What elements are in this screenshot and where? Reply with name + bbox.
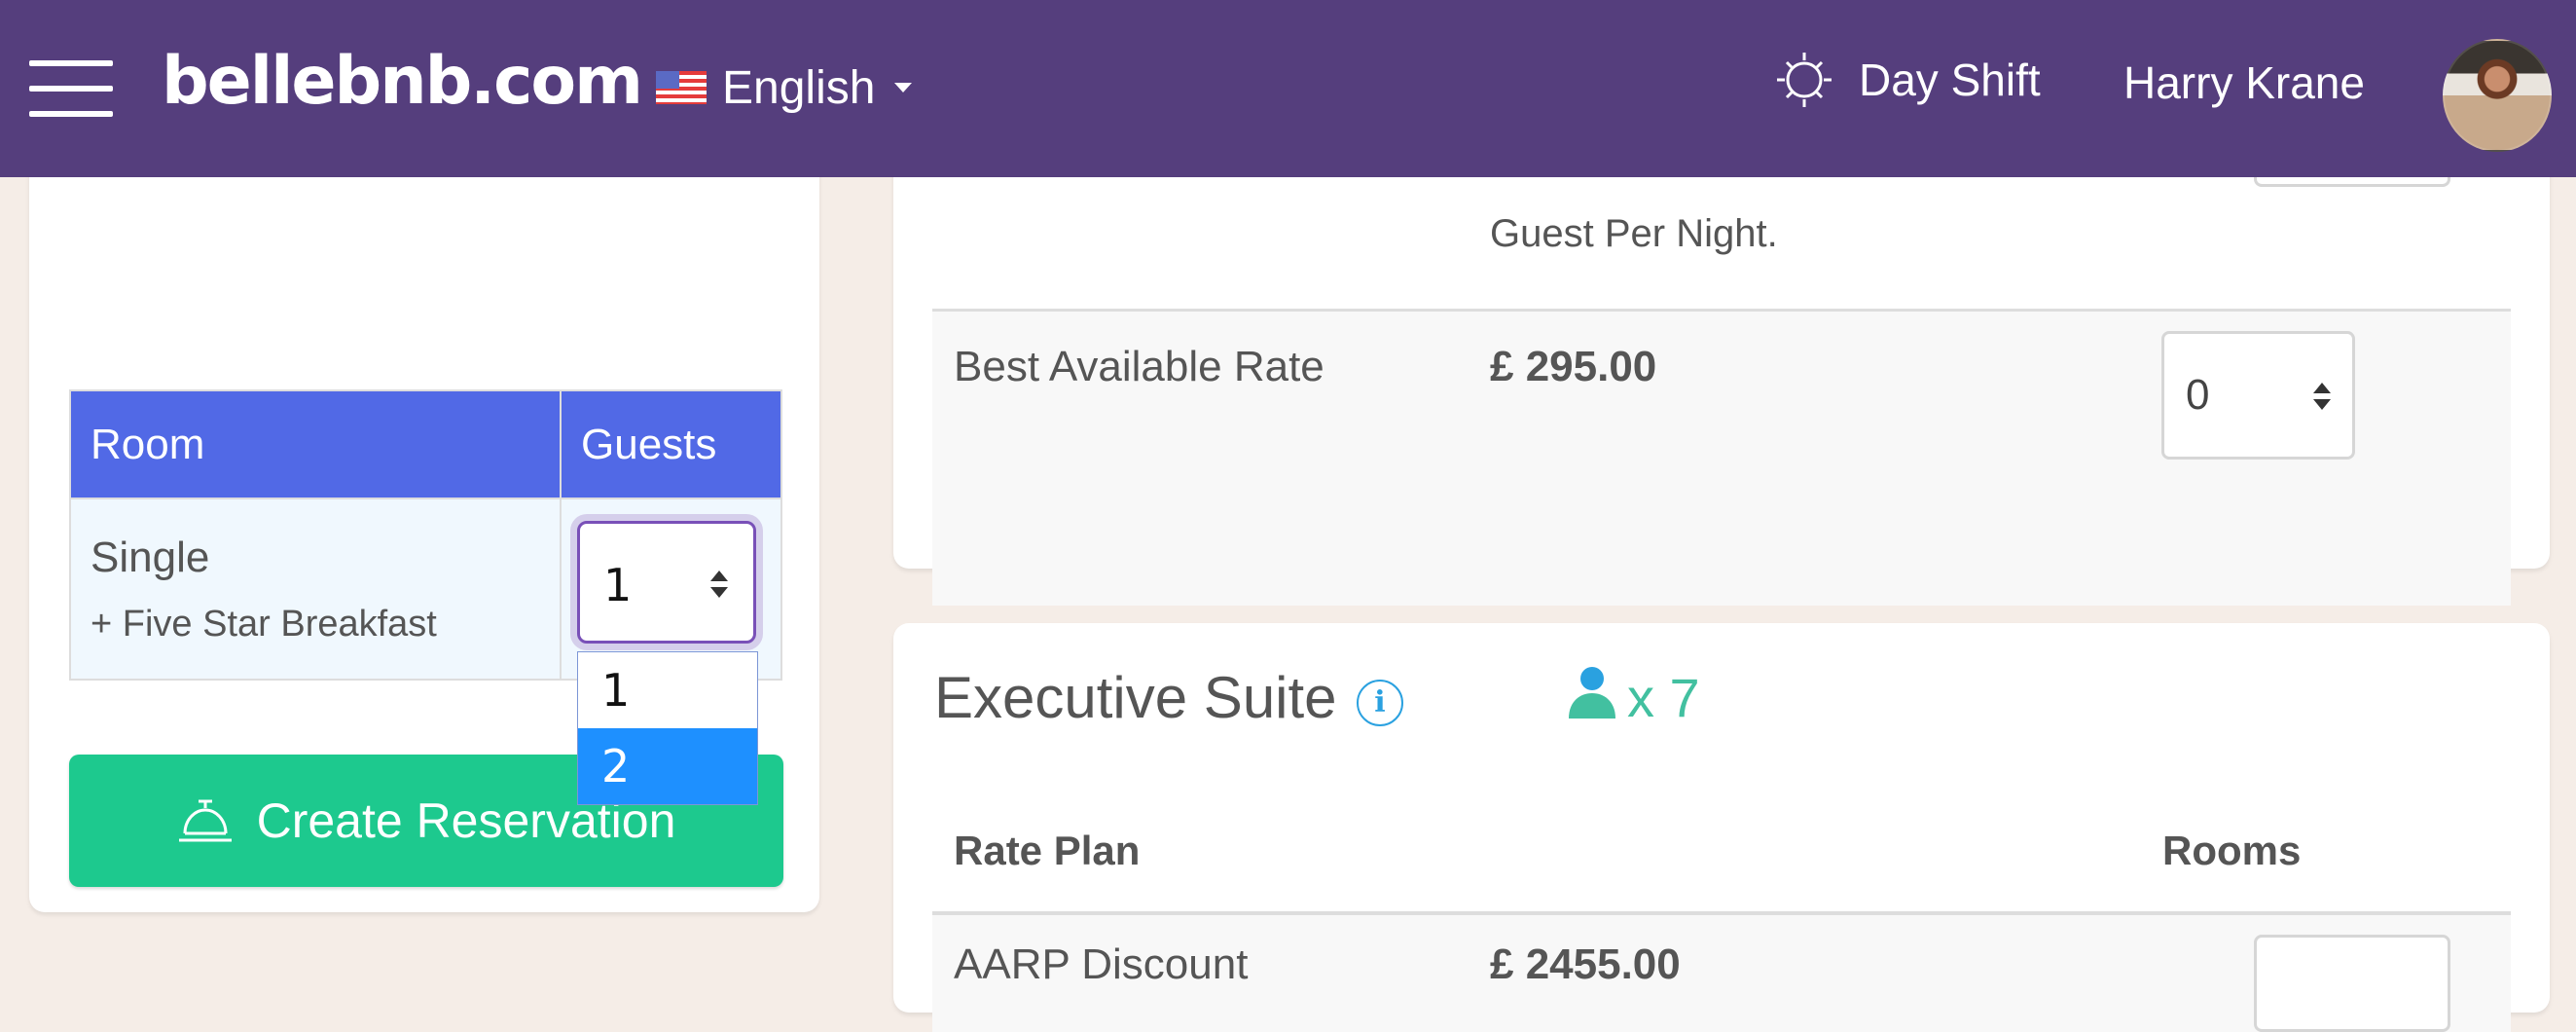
language-selector[interactable]: English [656, 54, 913, 122]
user-name[interactable]: Harry Krane [2123, 56, 2365, 109]
dropdown-option[interactable]: 1 [578, 652, 757, 728]
language-label: English [722, 61, 876, 114]
room-type-title: Executive Suite [934, 665, 1337, 730]
select-arrows-icon [710, 571, 728, 598]
column-header-room: Room [69, 389, 562, 499]
rate-plan-name: Best Available Rate [954, 343, 1324, 390]
person-icon [1569, 667, 1615, 719]
max-occupancy: x 7 [1627, 667, 1700, 728]
rooms-panel: ROOMS Room Guests Single + Five Star Bre… [29, 117, 819, 912]
room-cell: Single + Five Star Breakfast [69, 498, 562, 681]
column-header-rooms: Rooms [2162, 828, 2302, 873]
select-arrows-icon [2313, 383, 2331, 410]
rate-plan-price: £ 295.00 [1490, 343, 1657, 390]
room-name: Single [91, 533, 210, 581]
service-bell-icon [178, 799, 232, 842]
rooms-qty-select[interactable]: 0 [2161, 331, 2355, 460]
rate-note-line: Guest Per Night. [1490, 212, 1778, 255]
rooms-qty-value: 0 [2186, 371, 2210, 419]
hamburger-menu-icon[interactable] [29, 60, 113, 117]
column-header-guests: Guests [560, 389, 782, 499]
dropdown-option-highlighted[interactable]: 2 [578, 728, 757, 804]
shift-indicator[interactable]: Day Shift [1777, 51, 2041, 109]
info-icon[interactable]: i [1357, 680, 1403, 726]
rate-plans-card: £ 40.00 Added to Subtotal Per Guest Per … [893, 107, 2550, 606]
guests-dropdown-list: 1 2 [577, 651, 758, 805]
room-addon: + Five Star Breakfast [91, 603, 437, 645]
user-avatar[interactable] [2443, 39, 2552, 152]
guests-select[interactable]: 1 [577, 521, 756, 644]
shift-label: Day Shift [1859, 55, 2041, 105]
caret-down-icon [894, 83, 913, 92]
guests-select-value: 1 [603, 559, 633, 611]
rooms-qty-select[interactable] [2254, 935, 2450, 1032]
us-flag-icon [656, 71, 707, 104]
rate-plan-name: AARP Discount [954, 940, 1249, 988]
top-navbar: bellebnb.com English Day Shift Harry Kra… [0, 0, 2576, 177]
executive-suite-card: Executive Suite i x 7 Rate Plan Rooms AA… [893, 623, 2550, 1032]
column-header-rate-plan: Rate Plan [954, 828, 1141, 873]
site-logo[interactable]: bellebnb.com [162, 43, 643, 120]
rate-plan-price: £ 2455.00 [1490, 940, 1681, 988]
sun-icon [1777, 53, 1832, 107]
